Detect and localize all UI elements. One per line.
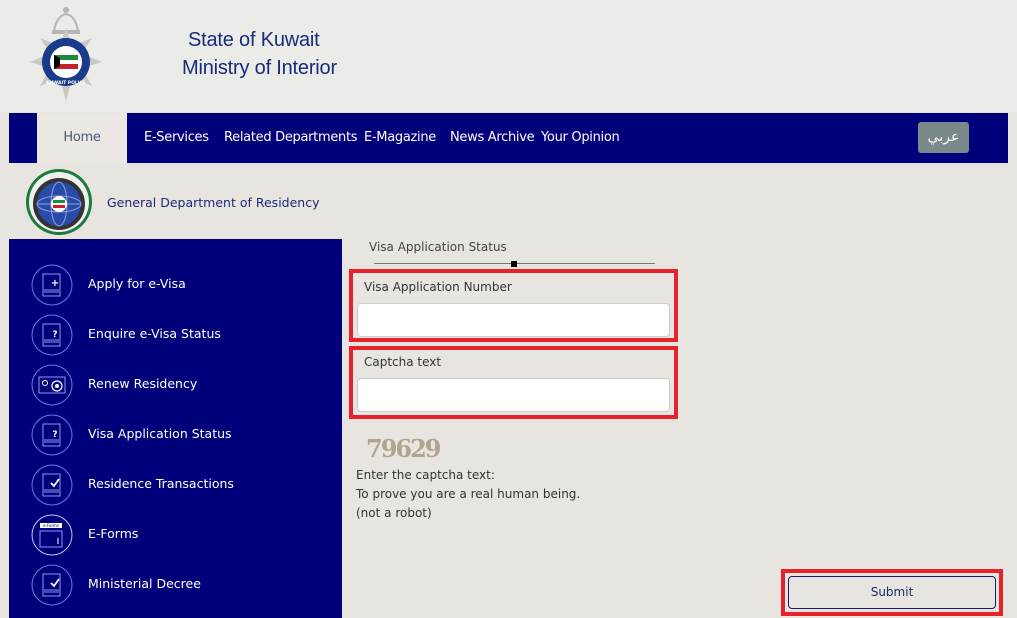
application-number-field-group: Visa Application Number (349, 269, 678, 342)
nav-related-departments[interactable]: Related Departments (224, 113, 358, 163)
sidebar-item-renew-residency[interactable]: Renew Residency (9, 362, 342, 408)
arabic-language-button[interactable]: عربي (918, 122, 969, 153)
nav-news-archive[interactable]: News Archive (450, 113, 535, 163)
residency-card-icon (31, 364, 73, 406)
captcha-label: Captcha text (364, 355, 442, 369)
sidebar-item-label: Ministerial Decree (88, 576, 201, 591)
nav-your-opinion[interactable]: Your Opinion (541, 113, 620, 163)
nav-e-services[interactable]: E-Services (144, 113, 209, 163)
document-check-icon (31, 564, 73, 606)
captcha-instruction: (not a robot) (356, 506, 432, 520)
department-title: General Department of Residency (107, 195, 320, 210)
document-plus-icon: + (31, 264, 73, 306)
captcha-image: 79629 (366, 434, 442, 463)
sidebar-item-label: Renew Residency (88, 376, 198, 391)
site-title: State of Kuwait Ministry of Interior (182, 26, 337, 82)
document-check-icon (31, 464, 73, 506)
captcha-input[interactable] (357, 378, 670, 412)
sidebar-item-visa-application-status[interactable]: ? Visa Application Status (9, 412, 342, 458)
sidebar-item-e-forms[interactable]: e-Forms E-Forms (9, 512, 342, 558)
sidebar-item-residence-transactions[interactable]: Residence Transactions (9, 462, 342, 508)
sidebar-item-label: Visa Application Status (88, 426, 232, 441)
sidebar-item-label: Apply for e-Visa (88, 276, 186, 291)
eforms-icon: e-Forms (31, 514, 73, 556)
sidebar-item-label: Enquire e-Visa Status (88, 326, 221, 341)
captcha-instruction: Enter the captcha text: (356, 468, 495, 482)
submit-button[interactable]: Submit (788, 576, 996, 609)
site-header: KUWAIT POLICE State of Kuwait Ministry o… (0, 0, 1017, 112)
divider-marker (511, 261, 517, 267)
nav-home[interactable]: Home (37, 113, 127, 163)
sidebar-item-apply-e-visa[interactable]: + Apply for e-Visa (9, 262, 342, 308)
site-title-line1: State of Kuwait (188, 29, 320, 51)
site-title-line2: Ministry of Interior (182, 57, 337, 79)
submit-highlight: Submit (781, 569, 1003, 616)
captcha-instruction: To prove you are a real human being. (356, 487, 581, 501)
document-question-icon: ? (31, 414, 73, 456)
department-bar: General Department of Residency (9, 163, 1008, 239)
svg-text:KUWAIT POLICE: KUWAIT POLICE (46, 80, 86, 86)
sidebar-item-label: Residence Transactions (88, 476, 234, 491)
sidebar-item-enquire-e-visa-status[interactable]: ? Enquire e-Visa Status (9, 312, 342, 358)
application-number-input[interactable] (357, 303, 670, 337)
svg-text:?: ? (52, 430, 57, 440)
captcha-field-group: Captcha text (349, 346, 678, 419)
document-question-icon: ? (31, 314, 73, 356)
main-navbar: Home E-Services Related Departments E-Ma… (9, 113, 1008, 163)
svg-text:e-Forms: e-Forms (43, 523, 59, 528)
sidebar-item-label: E-Forms (88, 526, 139, 541)
form-title: Visa Application Status (369, 240, 507, 254)
application-number-label: Visa Application Number (364, 280, 512, 294)
svg-text:+: + (51, 278, 59, 289)
svg-text:?: ? (52, 330, 57, 340)
kuwait-police-logo[interactable]: KUWAIT POLICE (30, 2, 102, 108)
sidebar-menu: + Apply for e-Visa ? Enquire e-Visa Stat… (9, 239, 342, 618)
sidebar-item-ministerial-decree[interactable]: Ministerial Decree (9, 562, 342, 608)
residency-department-logo[interactable] (25, 168, 93, 236)
nav-e-magazine[interactable]: E-Magazine (364, 113, 436, 163)
